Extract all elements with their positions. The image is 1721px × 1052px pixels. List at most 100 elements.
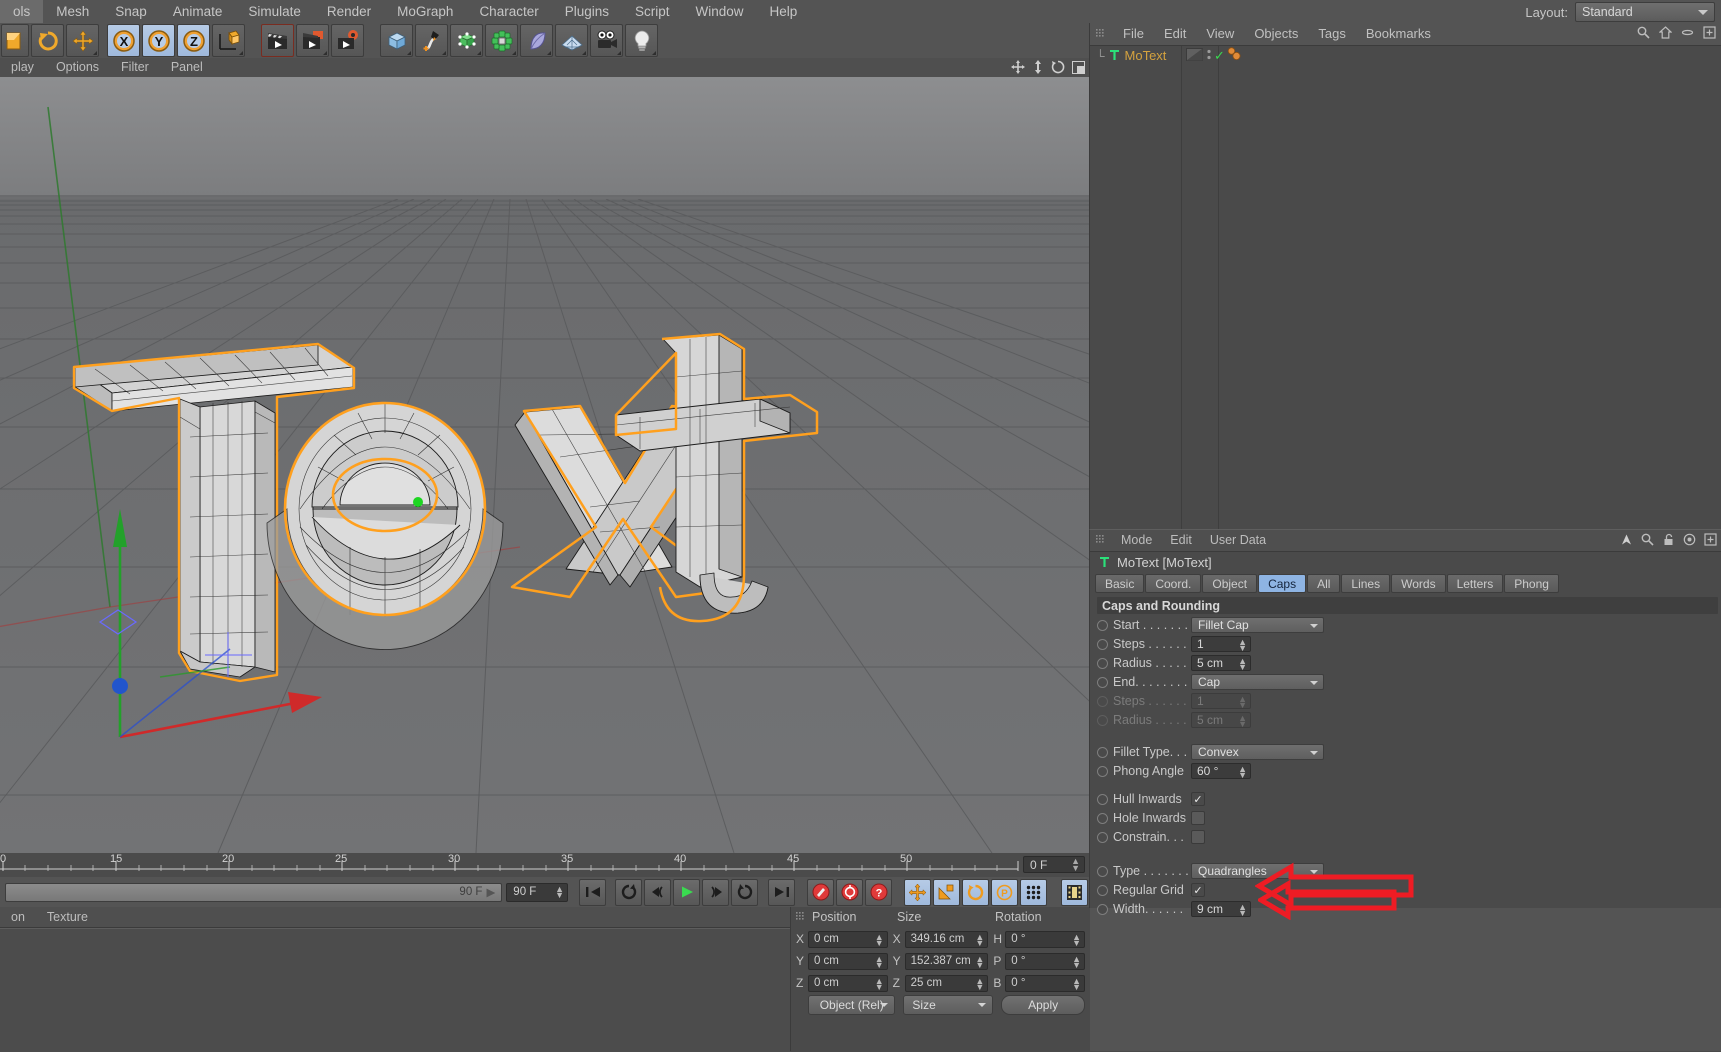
position-key-button[interactable]	[904, 878, 931, 906]
start-steps-animate-dot[interactable]	[1097, 638, 1108, 650]
menu-item-mograph[interactable]: MoGraph	[384, 0, 466, 23]
viewport-menu-display[interactable]: play	[0, 58, 45, 77]
position-x-field[interactable]: 0 cm ▲ ▼	[807, 930, 888, 948]
search-icon[interactable]	[1641, 533, 1654, 549]
camera-icon[interactable]	[590, 24, 623, 57]
deformer-icon[interactable]	[520, 24, 553, 57]
render-settings-icon[interactable]	[331, 24, 364, 57]
undo-icon[interactable]	[1, 24, 29, 57]
stepper-arrows[interactable]: ▲ ▼	[975, 932, 984, 947]
viewport-menu-options[interactable]: Options	[45, 58, 110, 77]
object-manager-tree[interactable]: └ MoText ✓	[1090, 46, 1721, 530]
regular-grid-checkbox[interactable]: ✓	[1191, 883, 1205, 897]
phong-angle-field[interactable]: 60 ° ▲ ▼	[1191, 763, 1251, 780]
stepper-arrows[interactable]: ▲ ▼	[1072, 954, 1081, 969]
play-button[interactable]	[673, 878, 700, 906]
end-select[interactable]: Cap	[1191, 674, 1324, 690]
hole-inwards-checkbox[interactable]	[1191, 811, 1205, 825]
object-visibility-dots-icon[interactable]	[1206, 48, 1212, 64]
target-icon[interactable]	[1683, 533, 1696, 549]
viewport-menu-filter[interactable]: Filter	[110, 58, 160, 77]
expand-icon[interactable]	[1704, 533, 1717, 549]
material-manager-list[interactable]	[0, 928, 790, 1052]
rotation-p-field[interactable]: 0 ° ▲ ▼	[1005, 952, 1085, 970]
menu-item-simulate[interactable]: Simulate	[235, 0, 314, 23]
timeline-button[interactable]	[1061, 878, 1088, 906]
viewport-canvas[interactable]	[0, 77, 1089, 853]
type-animate-dot[interactable]	[1097, 865, 1108, 877]
stepper-arrows[interactable]: ▲ ▼	[1238, 638, 1247, 653]
tab-basic[interactable]: Basic	[1095, 574, 1145, 593]
viewport-menu-panel[interactable]: Panel	[160, 58, 214, 77]
step-back-button[interactable]	[644, 878, 671, 906]
menu-item-script[interactable]: Script	[622, 0, 683, 23]
hull-inwards-checkbox[interactable]: ✓	[1191, 792, 1205, 806]
object-visibility-toggle[interactable]	[1186, 47, 1203, 64]
constrain-animate-dot[interactable]	[1097, 831, 1108, 843]
mograph-cloner-icon[interactable]	[485, 24, 518, 57]
move-tool-icon[interactable]	[66, 24, 99, 57]
previous-key-button[interactable]	[615, 878, 642, 906]
tab-all[interactable]: All	[1307, 574, 1341, 593]
object-enabled-check-icon[interactable]: ✓	[1214, 48, 1225, 64]
minimize-icon[interactable]	[1681, 26, 1694, 42]
stepper-arrows[interactable]: ▲ ▼	[1072, 932, 1081, 947]
object-menu-view[interactable]: View	[1196, 23, 1244, 45]
autokeying-button[interactable]	[836, 878, 863, 906]
stepper-arrows[interactable]: ▲ ▼	[555, 884, 564, 899]
hull-inwards-animate-dot[interactable]	[1097, 793, 1108, 805]
stepper-arrows[interactable]: ▲ ▼	[975, 954, 984, 969]
size-mode-select[interactable]: Size	[903, 995, 994, 1015]
layout-select[interactable]: Standard	[1575, 2, 1715, 22]
axis-x-lock-icon[interactable]: X	[107, 24, 140, 57]
tab-phong[interactable]: Phong	[1504, 574, 1559, 593]
tab-caps[interactable]: Caps	[1258, 574, 1307, 593]
width-animate-dot[interactable]	[1097, 903, 1108, 915]
type-select[interactable]: Quadrangles	[1191, 863, 1324, 879]
fillet-type-animate-dot[interactable]	[1097, 746, 1108, 758]
mograph-tag-icon[interactable]	[1226, 46, 1244, 65]
go-to-end-button[interactable]	[768, 878, 795, 906]
object-menu-tags[interactable]: Tags	[1308, 23, 1355, 45]
axis-y-lock-icon[interactable]: Y	[142, 24, 175, 57]
stepper-arrows[interactable]: ▲ ▼	[1072, 976, 1081, 991]
stepper-arrows[interactable]: ▲ ▼	[875, 932, 884, 947]
world-object-axis-icon[interactable]	[212, 24, 245, 57]
menu-item-window[interactable]: Window	[683, 0, 757, 23]
fillet-type-select[interactable]: Convex	[1191, 744, 1324, 760]
record-active-objects-button[interactable]	[807, 878, 834, 906]
size-z-field[interactable]: 25 cm ▲ ▼	[904, 974, 989, 992]
rotation-key-button[interactable]	[962, 878, 989, 906]
coordinate-mode-select[interactable]: Object (Rel)	[808, 995, 896, 1015]
object-name-label[interactable]: MoText	[1125, 48, 1167, 63]
menu-item-plugins[interactable]: Plugins	[552, 0, 622, 23]
constrain-checkbox[interactable]	[1191, 830, 1205, 844]
size-y-field[interactable]: 152.387 cm ▲ ▼	[904, 952, 989, 970]
menu-item-animate[interactable]: Animate	[160, 0, 236, 23]
object-menu-bookmarks[interactable]: Bookmarks	[1356, 23, 1441, 45]
rotation-h-field[interactable]: 0 ° ▲ ▼	[1005, 930, 1085, 948]
expand-icon[interactable]	[1703, 26, 1716, 42]
attribute-menu-user-data[interactable]: User Data	[1201, 530, 1275, 551]
object-menu-file[interactable]: File	[1113, 23, 1154, 45]
scale-key-button[interactable]	[933, 878, 960, 906]
timeline-ruler[interactable]: 0 15 20 25 30 35 40 45 50	[0, 853, 1023, 877]
object-row-motext[interactable]: └ MoText ✓	[1090, 46, 1721, 65]
home-icon[interactable]	[1658, 26, 1673, 42]
menu-item-render[interactable]: Render	[314, 0, 384, 23]
drag-handle-icon[interactable]	[1096, 27, 1113, 42]
menu-item-tools[interactable]: ols	[0, 0, 44, 23]
light-icon[interactable]	[625, 24, 658, 57]
start-animate-dot[interactable]	[1097, 619, 1108, 631]
start-radius-animate-dot[interactable]	[1097, 657, 1108, 669]
go-to-start-button[interactable]	[579, 878, 606, 906]
material-menu-creation[interactable]: on	[0, 907, 36, 927]
end-frame-field[interactable]: 90 F ▲ ▼	[506, 882, 568, 902]
stepper-arrows[interactable]: ▲ ▼	[1238, 765, 1247, 780]
pan-view-icon[interactable]	[1011, 60, 1025, 77]
start-steps-field[interactable]: 1 ▲ ▼	[1191, 636, 1251, 653]
tab-coord[interactable]: Coord.	[1145, 574, 1202, 593]
floor-environment-icon[interactable]	[555, 24, 588, 57]
maximize-view-icon[interactable]	[1072, 60, 1085, 77]
tab-object[interactable]: Object	[1202, 574, 1258, 593]
